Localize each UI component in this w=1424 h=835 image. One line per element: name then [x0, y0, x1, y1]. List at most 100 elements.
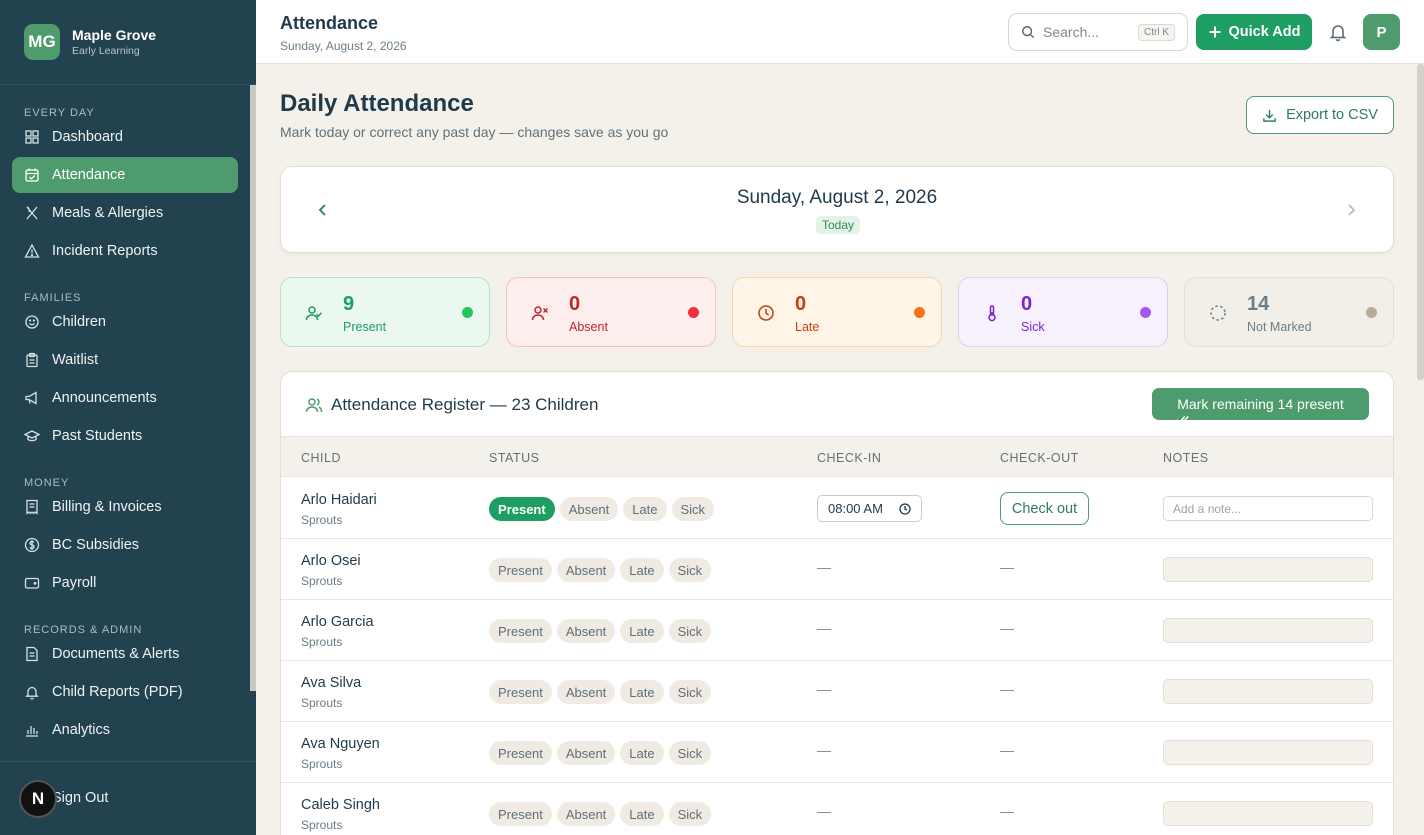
status-late-button[interactable]: Late [620, 680, 664, 704]
next-badge-icon[interactable]: N [19, 780, 57, 818]
status-sick-button[interactable]: Sick [668, 802, 712, 826]
status-selector: Present Absent Late Sick [489, 741, 712, 765]
check-in-time-input[interactable]: 08:00 AM [817, 495, 922, 522]
status-sick-button[interactable]: Sick [668, 619, 712, 643]
table-row: Ava Silva Sprouts Present Absent Late Sick … [281, 661, 1393, 722]
search-input[interactable]: Search... Ctrl K [1008, 13, 1188, 51]
bar-chart-icon [24, 722, 40, 738]
plus-icon [1208, 25, 1222, 39]
table-row: Arlo Osei Sprouts Present Absent Late Sick … [281, 539, 1393, 600]
status-present-button[interactable]: Present [489, 680, 552, 704]
table-row: Ava Nguyen Sprouts Present Absent Late Sick… [281, 722, 1393, 783]
page-subtitle: Mark today or correct any past day — cha… [280, 124, 669, 140]
notifications-bell-icon[interactable] [1328, 22, 1348, 42]
export-csv-button[interactable]: Export to CSV [1246, 96, 1394, 134]
child-name[interactable]: Ava Nguyen [301, 736, 380, 752]
sign-out-button[interactable]: Sign Out [52, 790, 108, 806]
users-icon [305, 396, 323, 414]
status-absent-button[interactable]: Absent [556, 741, 616, 765]
sidebar-item-meals-allergies[interactable]: Meals & Allergies [12, 195, 238, 231]
sidebar-item-documents-alerts[interactable]: Documents & Alerts [12, 636, 238, 672]
status-present-button[interactable]: Present [489, 558, 552, 582]
status-late-button[interactable]: Late [620, 802, 664, 826]
double-check-icon [1176, 412, 1190, 426]
next-day-chevron-right-icon[interactable] [1343, 202, 1359, 218]
check-in-empty: — [817, 742, 831, 758]
stat-dot [688, 307, 699, 318]
stat-card-absent[interactable]: 0 Absent [506, 277, 716, 347]
status-absent-button[interactable]: Absent [556, 802, 616, 826]
note-input[interactable]: Add a note... [1163, 496, 1373, 521]
status-sick-button[interactable]: Sick [668, 558, 712, 582]
attendance-register: Attendance Register — 23 Children Mark r… [280, 371, 1394, 835]
status-absent-button[interactable]: Absent [559, 497, 619, 521]
sidebar-item-bc-subsidies[interactable]: BC Subsidies [12, 527, 238, 563]
child-name[interactable]: Ava Silva [301, 675, 361, 691]
child-name[interactable]: Caleb Singh [301, 797, 380, 813]
note-input-disabled [1163, 679, 1373, 704]
column-header-check-in[interactable]: CHECK-IN [817, 451, 881, 465]
status-late-button[interactable]: Late [620, 741, 664, 765]
check-in-empty: — [817, 559, 831, 575]
child-name[interactable]: Arlo Haidari [301, 492, 377, 508]
user-avatar[interactable]: P [1363, 14, 1400, 50]
sidebar-item-attendance[interactable]: Attendance [12, 157, 238, 193]
status-absent-button[interactable]: Absent [556, 619, 616, 643]
stat-label: Sick [1021, 320, 1045, 334]
wallet-icon [24, 575, 40, 591]
child-name[interactable]: Arlo Osei [301, 553, 361, 569]
column-header-child[interactable]: CHILD [301, 451, 341, 465]
status-sick-button[interactable]: Sick [668, 741, 712, 765]
status-present-button[interactable]: Present [489, 741, 552, 765]
sidebar-item-dashboard[interactable]: Dashboard [12, 119, 238, 155]
mark-remaining-present-button[interactable]: Mark remaining 14 present [1152, 388, 1369, 424]
sidebar-item-label: Attendance [52, 167, 126, 183]
dashboard-icon [24, 129, 40, 145]
status-late-button[interactable]: Late [623, 497, 667, 521]
status-late-button[interactable]: Late [620, 619, 664, 643]
column-header-notes[interactable]: NOTES [1163, 451, 1209, 465]
column-header-status[interactable]: STATUS [489, 451, 539, 465]
sidebar-item-past-students[interactable]: Past Students [12, 418, 238, 454]
sidebar-item-children[interactable]: Children [12, 304, 238, 340]
status-sick-button[interactable]: Sick [671, 497, 715, 521]
clipboard-icon [24, 352, 40, 368]
sidebar-scrollbar[interactable] [250, 85, 256, 691]
sidebar-item-analytics[interactable]: Analytics [12, 712, 238, 748]
check-in-empty: — [817, 681, 831, 697]
page-header-date: Sunday, August 2, 2026 [280, 39, 407, 53]
check-in-empty: — [817, 620, 831, 636]
stat-card-not-marked[interactable]: 14 Not Marked [1184, 277, 1394, 347]
sidebar-item-announcements[interactable]: Announcements [12, 380, 238, 416]
sidebar-item-child-reports-pdf[interactable]: Child Reports (PDF) [12, 674, 238, 710]
column-header-check-out[interactable]: CHECK-OUT [1000, 451, 1079, 465]
stat-card-sick[interactable]: 0 Sick [958, 277, 1168, 347]
sidebar-item-billing-invoices[interactable]: Billing & Invoices [12, 489, 238, 525]
sidebar-item-payroll[interactable]: Payroll [12, 565, 238, 601]
status-late-button[interactable]: Late [620, 558, 664, 582]
status-absent-button[interactable]: Absent [556, 558, 616, 582]
status-selector: Present Absent Late Sick [489, 497, 715, 521]
table-row: Arlo Garcia Sprouts Present Absent Late Sic… [281, 600, 1393, 661]
stat-dot [462, 307, 473, 318]
status-present-button[interactable]: Present [489, 802, 552, 826]
status-absent-button[interactable]: Absent [556, 680, 616, 704]
brand[interactable]: MG Maple Grove Early Learning [0, 0, 256, 85]
warning-icon [24, 243, 40, 259]
sidebar-item-incident-reports[interactable]: Incident Reports [12, 233, 238, 269]
child-name[interactable]: Arlo Garcia [301, 614, 374, 630]
document-icon [24, 646, 40, 662]
check-out-button[interactable]: Check out [1000, 492, 1089, 525]
stat-card-late[interactable]: 0 Late [732, 277, 942, 347]
status-present-button[interactable]: Present [489, 619, 552, 643]
quick-add-button[interactable]: Quick Add [1196, 14, 1312, 50]
stat-card-present[interactable]: 9 Present [280, 277, 490, 347]
main-scrollbar[interactable] [1417, 64, 1424, 380]
sidebar-nav: EVERY DAY Dashboard Attendance Meals & Alle… [0, 85, 250, 761]
current-date: Sunday, August 2, 2026 [736, 187, 938, 208]
sidebar-item-label: Past Students [52, 428, 143, 444]
status-sick-button[interactable]: Sick [668, 680, 712, 704]
sidebar-item-waitlist[interactable]: Waitlist [12, 342, 238, 378]
check-out-empty: — [1000, 620, 1014, 636]
status-present-button[interactable]: Present [489, 497, 555, 521]
